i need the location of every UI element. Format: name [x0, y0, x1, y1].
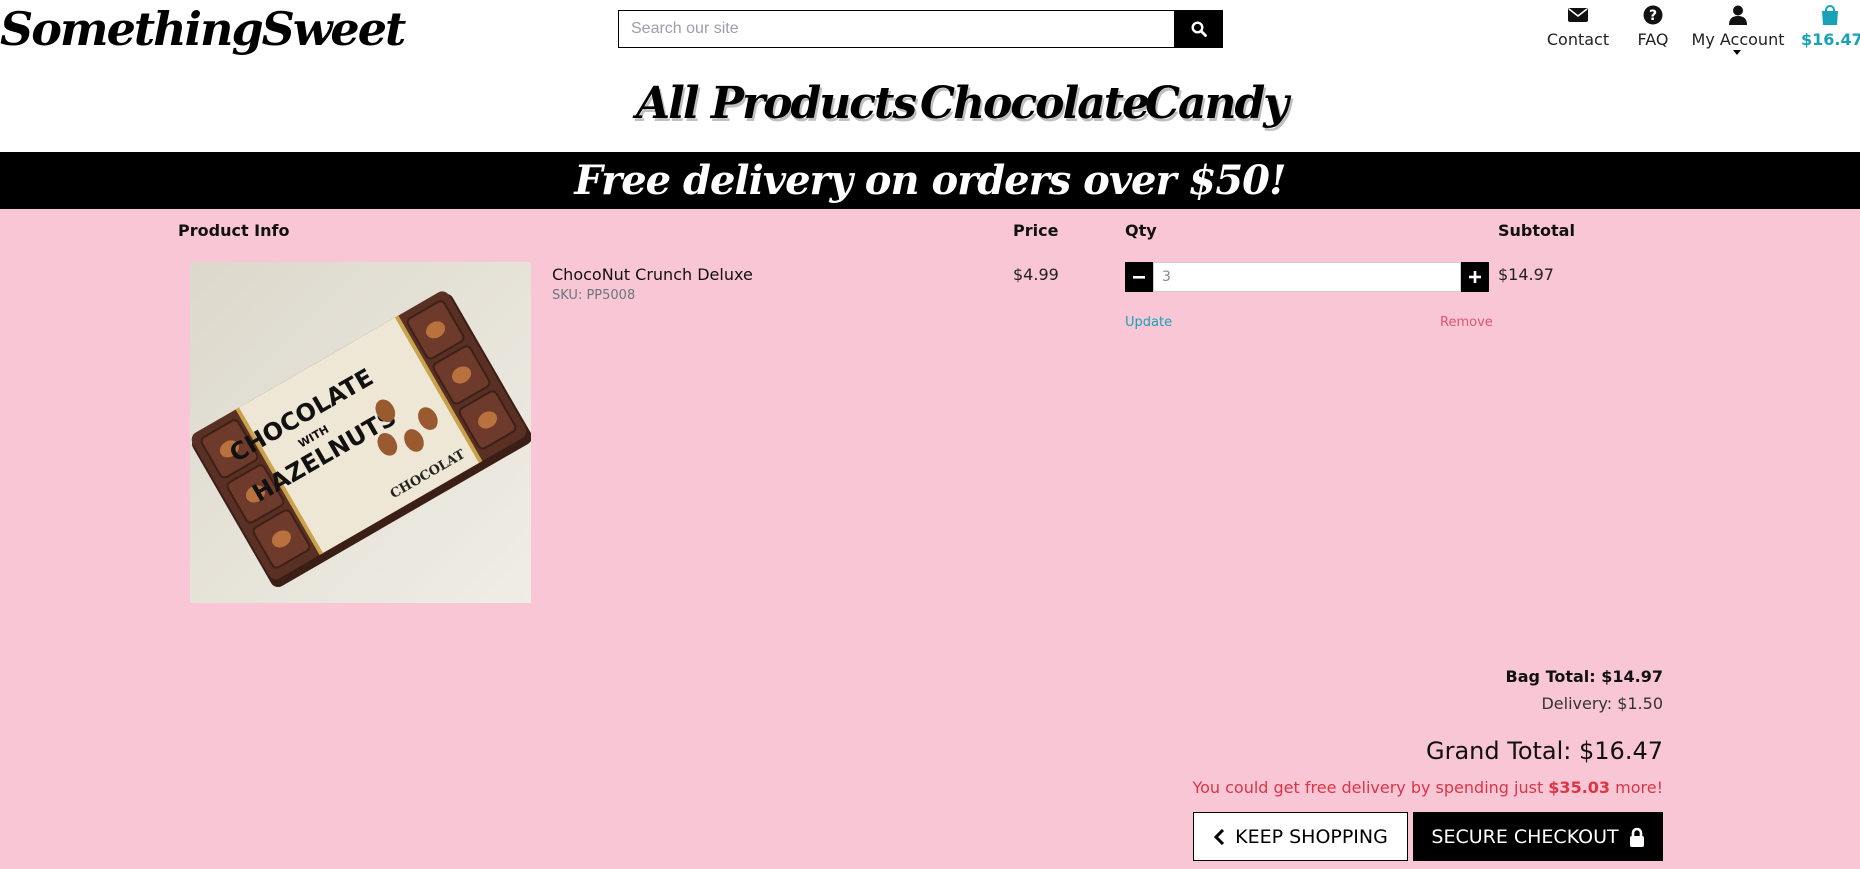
minus-icon — [1133, 276, 1145, 279]
quantity-input[interactable] — [1153, 262, 1461, 292]
secure-checkout-label: SECURE CHECKOUT — [1431, 825, 1619, 848]
grand-total: Grand Total: $16.47 — [1426, 737, 1663, 765]
bag-total-value: $14.97 — [1601, 667, 1663, 686]
chevron-left-icon — [1214, 828, 1225, 845]
remove-item-link[interactable]: Remove — [1440, 315, 1493, 330]
secure-checkout-button[interactable]: SECURE CHECKOUT — [1413, 812, 1663, 861]
product-image: CHOCOLATE WITH HAZELNUTS CHOCOLAT — [190, 262, 531, 603]
shopping-bag-link[interactable]: $16.47 — [1801, 4, 1860, 49]
increment-qty-button[interactable] — [1461, 262, 1489, 292]
user-icon — [1729, 5, 1747, 25]
contact-label: Contact — [1546, 30, 1610, 49]
search-form — [618, 10, 1223, 48]
column-header-price: Price — [1013, 221, 1059, 240]
chevron-down-icon — [1733, 50, 1741, 55]
site-header: SomethingSweet Contact ? — [0, 0, 1860, 152]
update-qty-link[interactable]: Update — [1125, 315, 1172, 330]
keep-shopping-button[interactable]: KEEP SHOPPING — [1193, 812, 1408, 861]
free-delivery-note: You could get free delivery by spending … — [1192, 778, 1663, 797]
bag-total: Bag Total: $14.97 — [1506, 667, 1663, 686]
question-circle-icon: ? — [1643, 5, 1663, 25]
search-input[interactable] — [618, 10, 1174, 48]
site-logo[interactable]: SomethingSweet — [0, 2, 406, 56]
free-note-amount: $35.03 — [1548, 778, 1611, 797]
search-icon — [1190, 21, 1207, 37]
svg-text:?: ? — [1649, 8, 1657, 24]
envelope-icon — [1568, 8, 1588, 22]
nav-candy[interactable]: Candy — [1145, 78, 1289, 129]
plus-icon — [1469, 271, 1481, 283]
nav-chocolate[interactable]: Chocolate — [920, 78, 1150, 129]
product-sku: SKU: PP5008 — [552, 288, 636, 303]
product-name: ChocoNut Crunch Deluxe — [552, 265, 753, 284]
my-account-label: My Account — [1691, 30, 1785, 49]
column-header-subtotal: Subtotal — [1498, 221, 1575, 240]
delivery-banner-text: Free delivery on orders over $50! — [574, 157, 1286, 204]
shopping-bag-icon — [1822, 5, 1838, 25]
faq-link[interactable]: ? FAQ — [1628, 4, 1678, 49]
column-header-product: Product Info — [178, 221, 290, 240]
delivery-cost: Delivery: $1.50 — [1541, 694, 1663, 713]
quantity-stepper — [1125, 262, 1489, 292]
free-note-suffix: more! — [1610, 778, 1663, 797]
decrement-qty-button[interactable] — [1125, 262, 1153, 292]
product-subtotal: $14.97 — [1498, 265, 1554, 284]
lock-icon — [1629, 827, 1644, 847]
main-navigation: All Products Chocolate Candy — [0, 78, 1860, 138]
delivery-banner: Free delivery on orders over $50! — [0, 152, 1860, 209]
shopping-bag-section: Product Info Price Qty Subtotal CHOCOLAT… — [0, 209, 1860, 869]
bag-total-amount: $16.47 — [1801, 30, 1860, 49]
nav-all-products[interactable]: All Products — [636, 78, 917, 129]
product-price: $4.99 — [1013, 265, 1059, 284]
my-account-dropdown[interactable]: My Account — [1686, 4, 1790, 55]
contact-link[interactable]: Contact — [1543, 4, 1613, 49]
free-note-prefix: You could get free delivery by spending … — [1192, 778, 1549, 797]
column-header-qty: Qty — [1125, 221, 1157, 240]
keep-shopping-label: KEEP SHOPPING — [1235, 825, 1388, 848]
bag-total-label: Bag Total: — [1505, 667, 1602, 686]
faq-label: FAQ — [1637, 30, 1669, 49]
search-button[interactable] — [1174, 10, 1223, 48]
